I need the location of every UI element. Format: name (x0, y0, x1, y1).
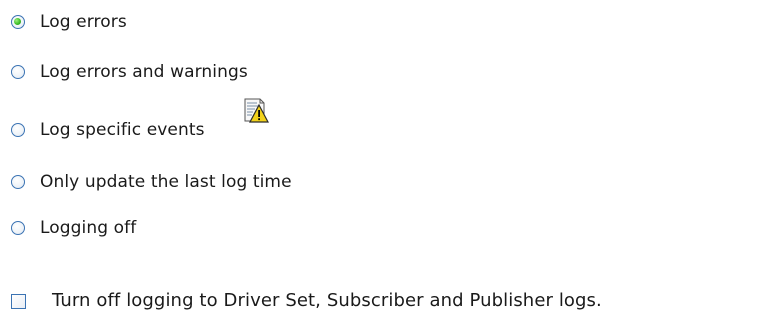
radio-logging-off[interactable] (11, 221, 25, 235)
option-logging-off[interactable]: Logging off (0, 210, 700, 246)
radio-selected-dot (14, 18, 21, 25)
option-label: Log errors and warnings (40, 62, 248, 82)
radio-log-errors[interactable] (11, 15, 25, 29)
radio-log-specific-events[interactable] (11, 123, 25, 137)
event-log-warning-icon[interactable] (240, 96, 270, 126)
radio-only-update-last-log-time[interactable] (11, 175, 25, 189)
turn-off-logging-label: Turn off logging to Driver Set, Subscrib… (52, 290, 602, 311)
option-label: Only update the last log time (40, 172, 292, 192)
option-label: Log specific events (40, 120, 205, 140)
option-log-specific-events[interactable]: Log specific events (0, 98, 700, 148)
option-label: Logging off (40, 218, 137, 238)
option-log-errors[interactable]: Log errors (0, 4, 700, 40)
turn-off-logging-checkbox[interactable] (11, 293, 26, 309)
option-log-errors-and-warnings[interactable]: Log errors and warnings (0, 54, 700, 90)
option-only-update-last-log-time[interactable]: Only update the last log time (0, 164, 700, 200)
radio-log-errors-and-warnings[interactable] (11, 65, 25, 79)
turn-off-logging-row[interactable]: Turn off logging to Driver Set, Subscrib… (0, 283, 768, 319)
option-label: Log errors (40, 12, 127, 32)
